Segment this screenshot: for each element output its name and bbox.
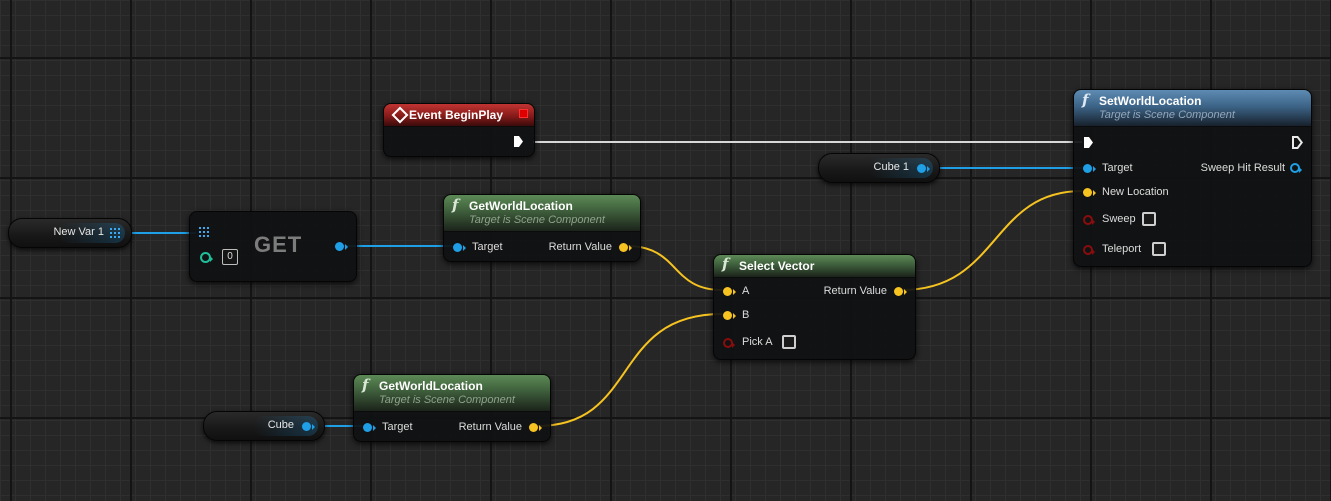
sweep-pin[interactable] [1083, 215, 1095, 225]
variable-label: New Var 1 [53, 226, 104, 238]
pin-label-return-value: Return Value [823, 285, 887, 297]
sweep-checkbox[interactable] [1142, 212, 1156, 226]
pin-label-target: Target [472, 241, 503, 253]
pin-label-target: Target [382, 421, 413, 433]
get-world-location-node-1[interactable]: f GetWorldLocation Target is Scene Compo… [443, 194, 641, 262]
return-value-pin[interactable] [529, 423, 542, 432]
node-title: Select Vector [739, 259, 815, 273]
exec-out-pin[interactable] [1292, 136, 1303, 149]
index-value-box[interactable]: 0 [222, 249, 238, 265]
b-pin[interactable] [723, 311, 736, 320]
array-get-node[interactable]: GET 0 [189, 211, 357, 282]
node-header: f Select Vector [714, 255, 915, 278]
target-pin[interactable] [363, 423, 376, 432]
node-header: f SetWorldLocation Target is Scene Compo… [1074, 90, 1311, 127]
teleport-pin[interactable] [1083, 245, 1095, 255]
pin-label-new-location: New Location [1102, 186, 1169, 198]
pin-label-sweep: Sweep [1102, 213, 1136, 225]
set-world-location-node[interactable]: f SetWorldLocation Target is Scene Compo… [1073, 89, 1312, 267]
pin-label-teleport: Teleport [1102, 243, 1142, 255]
delegate-pin-icon[interactable] [519, 109, 528, 118]
return-value-pin[interactable] [619, 243, 632, 252]
event-begin-play-node[interactable]: Event BeginPlay [383, 103, 535, 157]
new-var-1-variable-node[interactable]: New Var 1 [8, 218, 132, 248]
index-input-pin[interactable] [200, 252, 213, 263]
node-subtitle: Target is Scene Component [469, 214, 605, 226]
get-output-pin[interactable] [335, 242, 348, 251]
node-title: GetWorldLocation [379, 379, 483, 393]
pin-label-return-value: Return Value [548, 241, 612, 253]
function-icon: f [722, 255, 729, 273]
pin-label-sweep-hit-result: Sweep Hit Result [1200, 162, 1285, 174]
a-pin[interactable] [723, 287, 736, 296]
cube-variable-node[interactable]: Cube [203, 411, 325, 441]
function-icon: f [1082, 91, 1089, 109]
pick-a-pin[interactable] [723, 338, 735, 348]
node-title: Event BeginPlay [409, 108, 504, 122]
exec-in-pin[interactable] [1084, 137, 1093, 148]
new-location-pin[interactable] [1083, 188, 1096, 197]
teleport-checkbox[interactable] [1152, 242, 1166, 256]
select-vector-node[interactable]: f Select Vector A Return Value B Pick A [713, 254, 916, 360]
pin-label-return-value: Return Value [458, 421, 522, 433]
node-title: SetWorldLocation [1099, 94, 1202, 108]
array-input-grid-icon[interactable] [199, 227, 209, 237]
return-value-pin[interactable] [894, 287, 907, 296]
get-world-location-node-2[interactable]: f GetWorldLocation Target is Scene Compo… [353, 374, 551, 442]
cube-output-pin[interactable] [302, 422, 315, 431]
node-header: f GetWorldLocation Target is Scene Compo… [444, 195, 640, 232]
event-diamond-icon [391, 106, 409, 124]
exec-out-pin[interactable] [514, 136, 523, 147]
node-subtitle: Target is Scene Component [1099, 109, 1235, 121]
node-header: f GetWorldLocation Target is Scene Compo… [354, 375, 550, 412]
function-icon: f [362, 376, 369, 394]
node-subtitle: Target is Scene Component [379, 394, 515, 406]
pick-a-checkbox[interactable] [782, 335, 796, 349]
sweep-hit-result-pin[interactable] [1290, 163, 1302, 173]
node-title: GetWorldLocation [469, 199, 573, 213]
target-pin[interactable] [453, 243, 466, 252]
cube-1-output-pin[interactable] [917, 164, 930, 173]
pin-label-b: B [742, 309, 750, 321]
pin-label-target: Target [1102, 162, 1133, 174]
cube-1-variable-node[interactable]: Cube 1 [818, 153, 940, 183]
get-node-label: GET [254, 232, 303, 257]
variable-label: Cube 1 [873, 161, 909, 173]
target-pin[interactable] [1083, 164, 1096, 173]
array-grid-icon[interactable] [110, 228, 120, 238]
pin-label-a: A [742, 285, 750, 297]
function-icon: f [452, 196, 459, 214]
pin-label-pick-a: Pick A [742, 336, 773, 348]
variable-label: Cube [267, 419, 294, 431]
node-header: Event BeginPlay [384, 104, 534, 127]
